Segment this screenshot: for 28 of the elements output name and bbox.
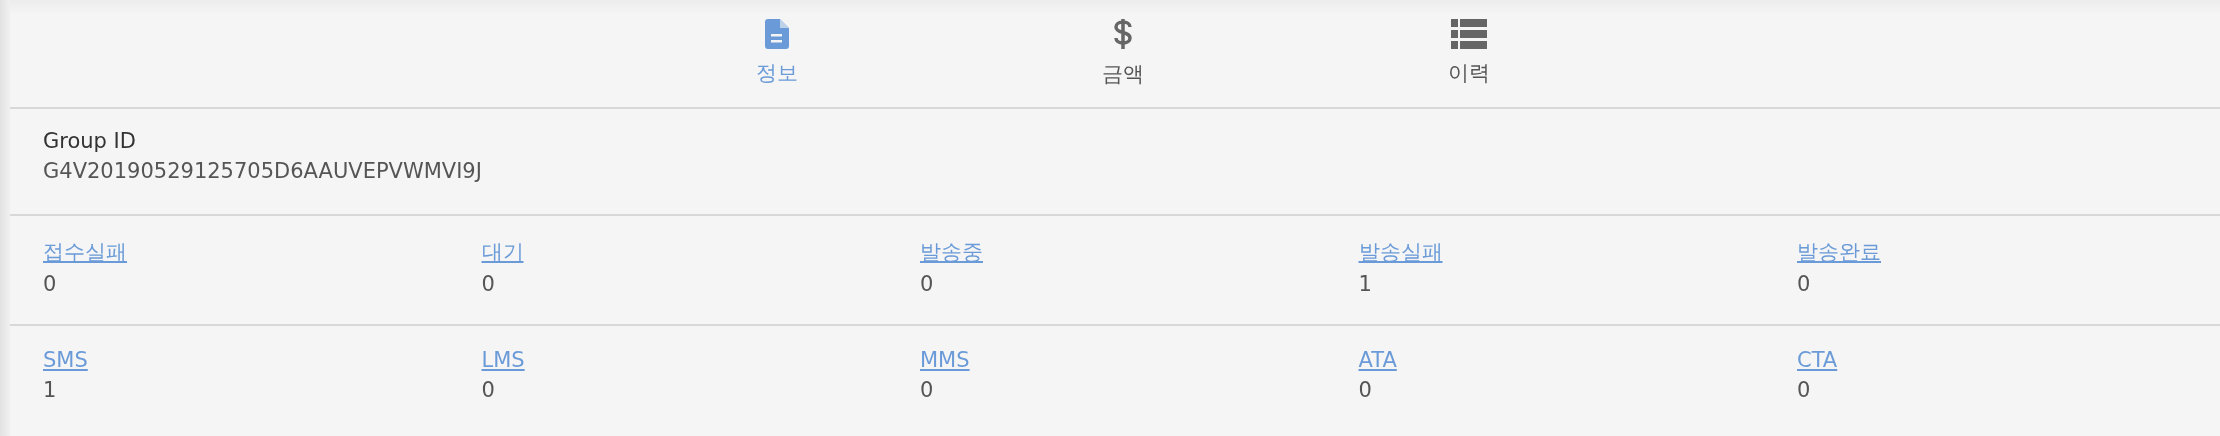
count-link[interactable]: SMS xyxy=(43,348,88,373)
count-link[interactable]: 대기 xyxy=(481,238,524,267)
count-value: 1 xyxy=(1358,272,1372,297)
count-link[interactable]: 접수실패 xyxy=(43,238,127,267)
count-value: 0 xyxy=(1358,378,1372,403)
count-value: 0 xyxy=(1797,272,1811,297)
count-link[interactable]: LMS xyxy=(481,348,525,373)
tab[interactable]: 정보 xyxy=(698,0,855,107)
count-value: 1 xyxy=(43,378,57,403)
count-link[interactable]: 발송중 xyxy=(920,238,983,267)
count-link[interactable]: MMS xyxy=(920,348,970,373)
tab[interactable]: 이력 xyxy=(1390,0,1547,107)
count-link[interactable]: 발송완료 xyxy=(1797,238,1881,267)
count-value: 0 xyxy=(481,378,495,403)
document-icon xyxy=(764,19,789,50)
count-value: 0 xyxy=(43,272,57,297)
count-value: 0 xyxy=(481,272,495,297)
list-icon xyxy=(1450,19,1487,50)
tab[interactable]: 금액 xyxy=(1044,0,1201,107)
count-value: 0 xyxy=(920,378,934,403)
group-id-value: G4V20190529125705D6AAUVEPVWMVI9J xyxy=(43,158,483,183)
count-link[interactable]: CTA xyxy=(1797,348,1838,373)
count-link[interactable]: 발송실패 xyxy=(1358,238,1443,267)
dollar-icon xyxy=(1111,18,1134,51)
group-id-label: Group ID xyxy=(43,128,137,153)
count-value: 0 xyxy=(1797,378,1811,403)
count-link[interactable]: ATA xyxy=(1358,348,1397,373)
count-value: 0 xyxy=(920,272,934,297)
